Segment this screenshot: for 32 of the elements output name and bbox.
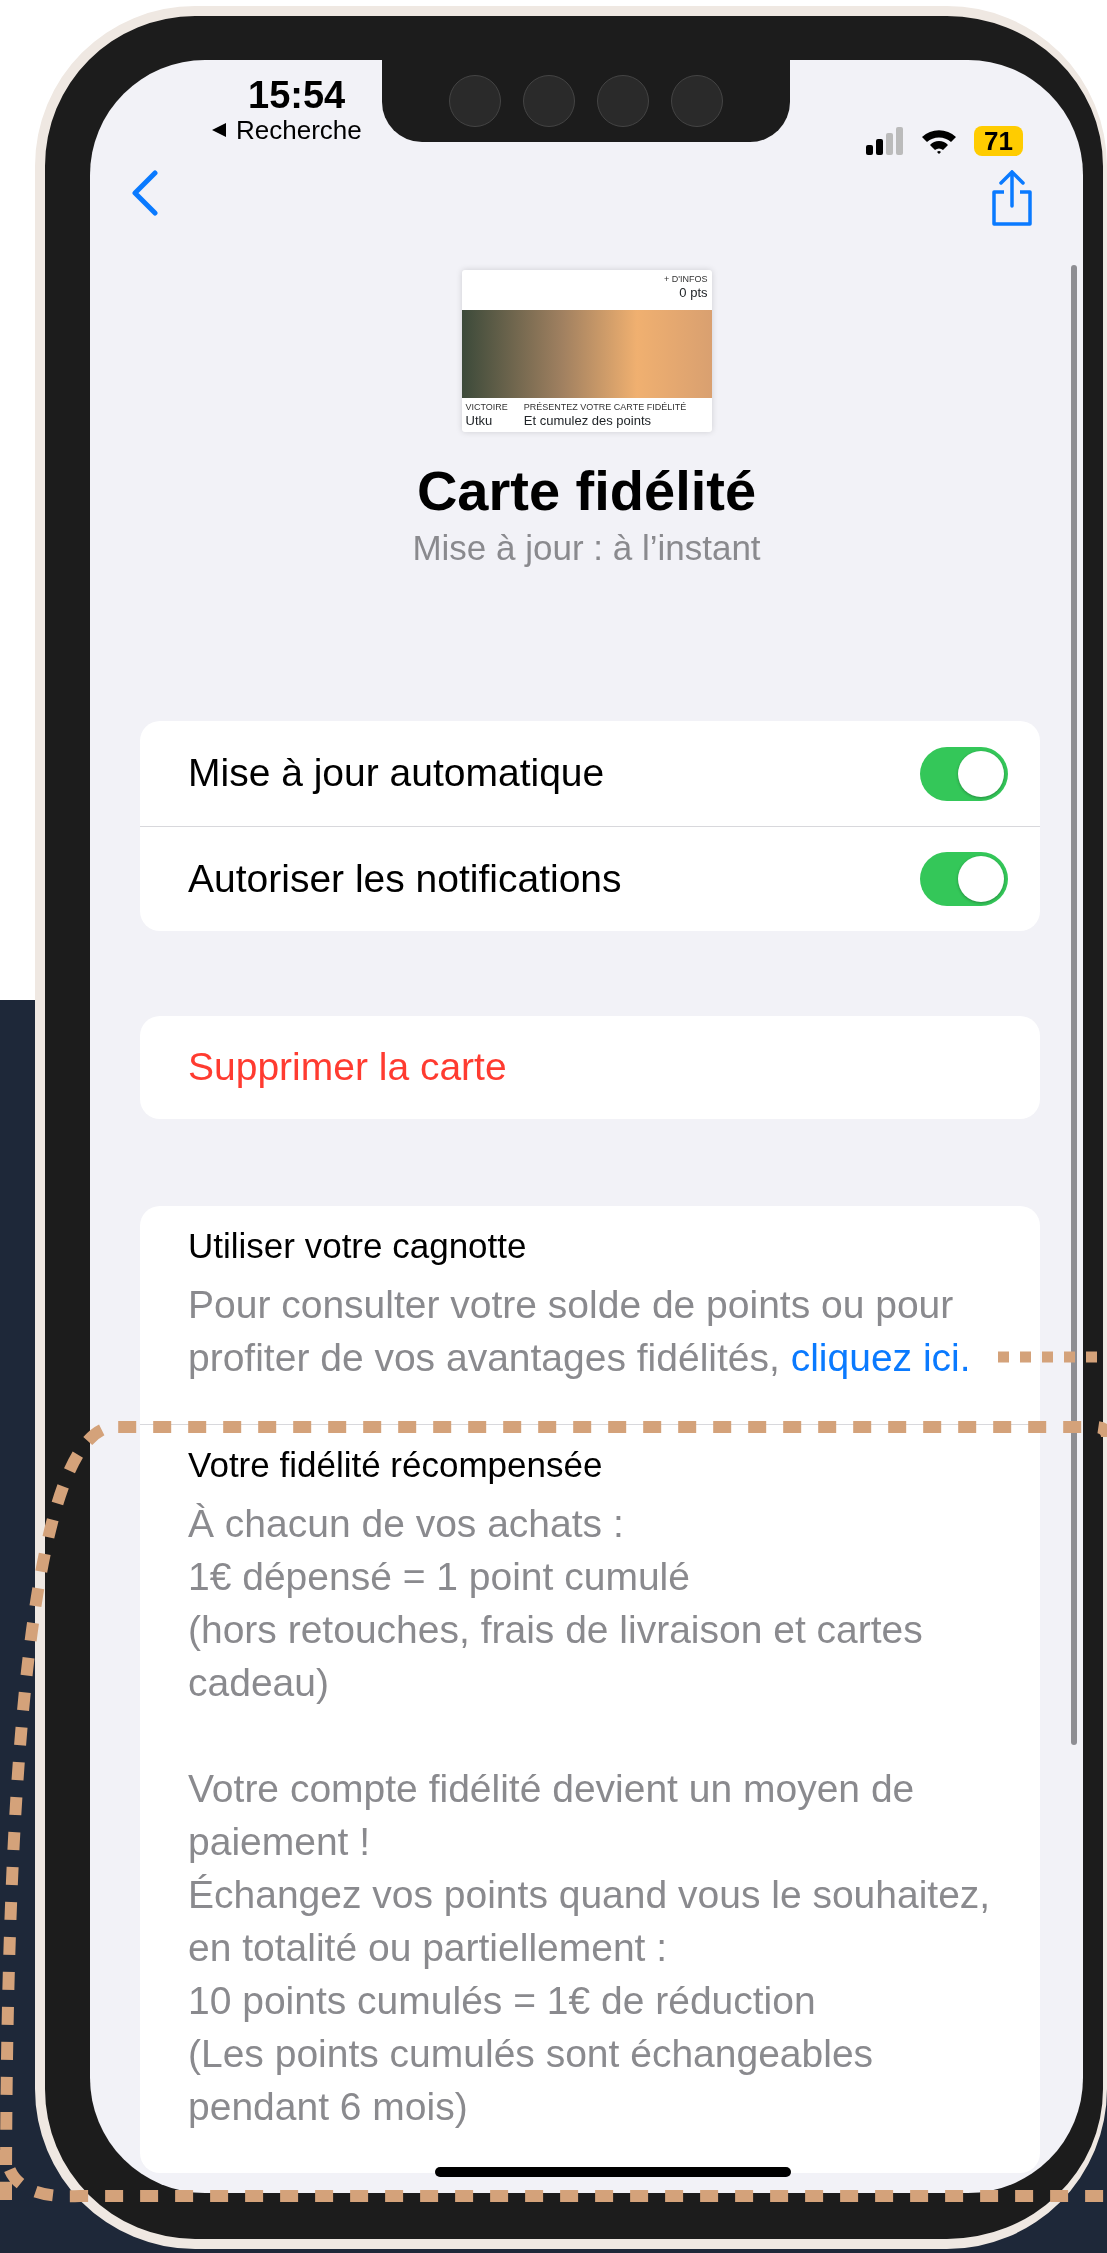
back-chevron-icon[interactable] bbox=[130, 170, 160, 216]
card-field-value: Utku bbox=[465, 413, 494, 428]
triangle-icon bbox=[210, 121, 228, 139]
section-heading: Utiliser votre cagnotte bbox=[188, 1226, 528, 1266]
card-field-label: PRÉSENTEZ VOTRE CARTE FIDÉLITÉ bbox=[523, 402, 687, 413]
body-text: Pour consulter votre solde de points ou pour profiter de vos avantages fidélités, cliquez ici. bbox=[188, 1282, 972, 1381]
status-time: 15:54 bbox=[247, 74, 347, 116]
card-corner-label: + D'INFOS bbox=[664, 274, 708, 285]
body-text: Échangez vos points quand vous le souhaitez, en totalité ou partiellement : bbox=[188, 1872, 992, 1971]
wifi-icon bbox=[920, 127, 959, 155]
card-points: 0 pts bbox=[678, 285, 708, 300]
page-title: Carte fidélité bbox=[415, 458, 758, 524]
toggle-switch[interactable] bbox=[920, 852, 1008, 906]
body-text: À chacun de vos achats : bbox=[188, 1501, 625, 1547]
delete-card-button[interactable]: Supprimer la carte bbox=[140, 1016, 1040, 1119]
card-field-label: VICTOIRE bbox=[465, 402, 508, 413]
update-status: Mise à jour : à l’instant bbox=[411, 530, 762, 566]
setting-label: Mise à jour automatique bbox=[188, 750, 605, 797]
setting-label: Autoriser les notifications bbox=[188, 855, 622, 902]
share-icon[interactable] bbox=[989, 170, 1035, 228]
body-text: (Les points cumulés sont échangeables pendant 6 mois) bbox=[188, 2031, 875, 2130]
card-field-value: Et cumulez des points bbox=[523, 413, 653, 428]
link[interactable]: cliquez ici. bbox=[790, 1336, 971, 1379]
signal-icon bbox=[866, 127, 905, 155]
battery-level: 71 bbox=[974, 126, 1023, 156]
body-text: Votre compte fidélité devient un moyen de paiement ! bbox=[188, 1766, 916, 1865]
back-to-app-link[interactable]: Recherche bbox=[236, 116, 362, 144]
body-text: 1€ dépensé = 1 point cumulé bbox=[188, 1554, 691, 1600]
body-text: (hors retouches, frais de livraison et cartes cadeau) bbox=[188, 1607, 924, 1706]
toggle-switch[interactable] bbox=[920, 746, 1008, 801]
section-heading: Votre fidélité récompensée bbox=[188, 1445, 604, 1485]
body-text: 10 points cumulés = 1€ de réduction bbox=[188, 1978, 817, 2024]
